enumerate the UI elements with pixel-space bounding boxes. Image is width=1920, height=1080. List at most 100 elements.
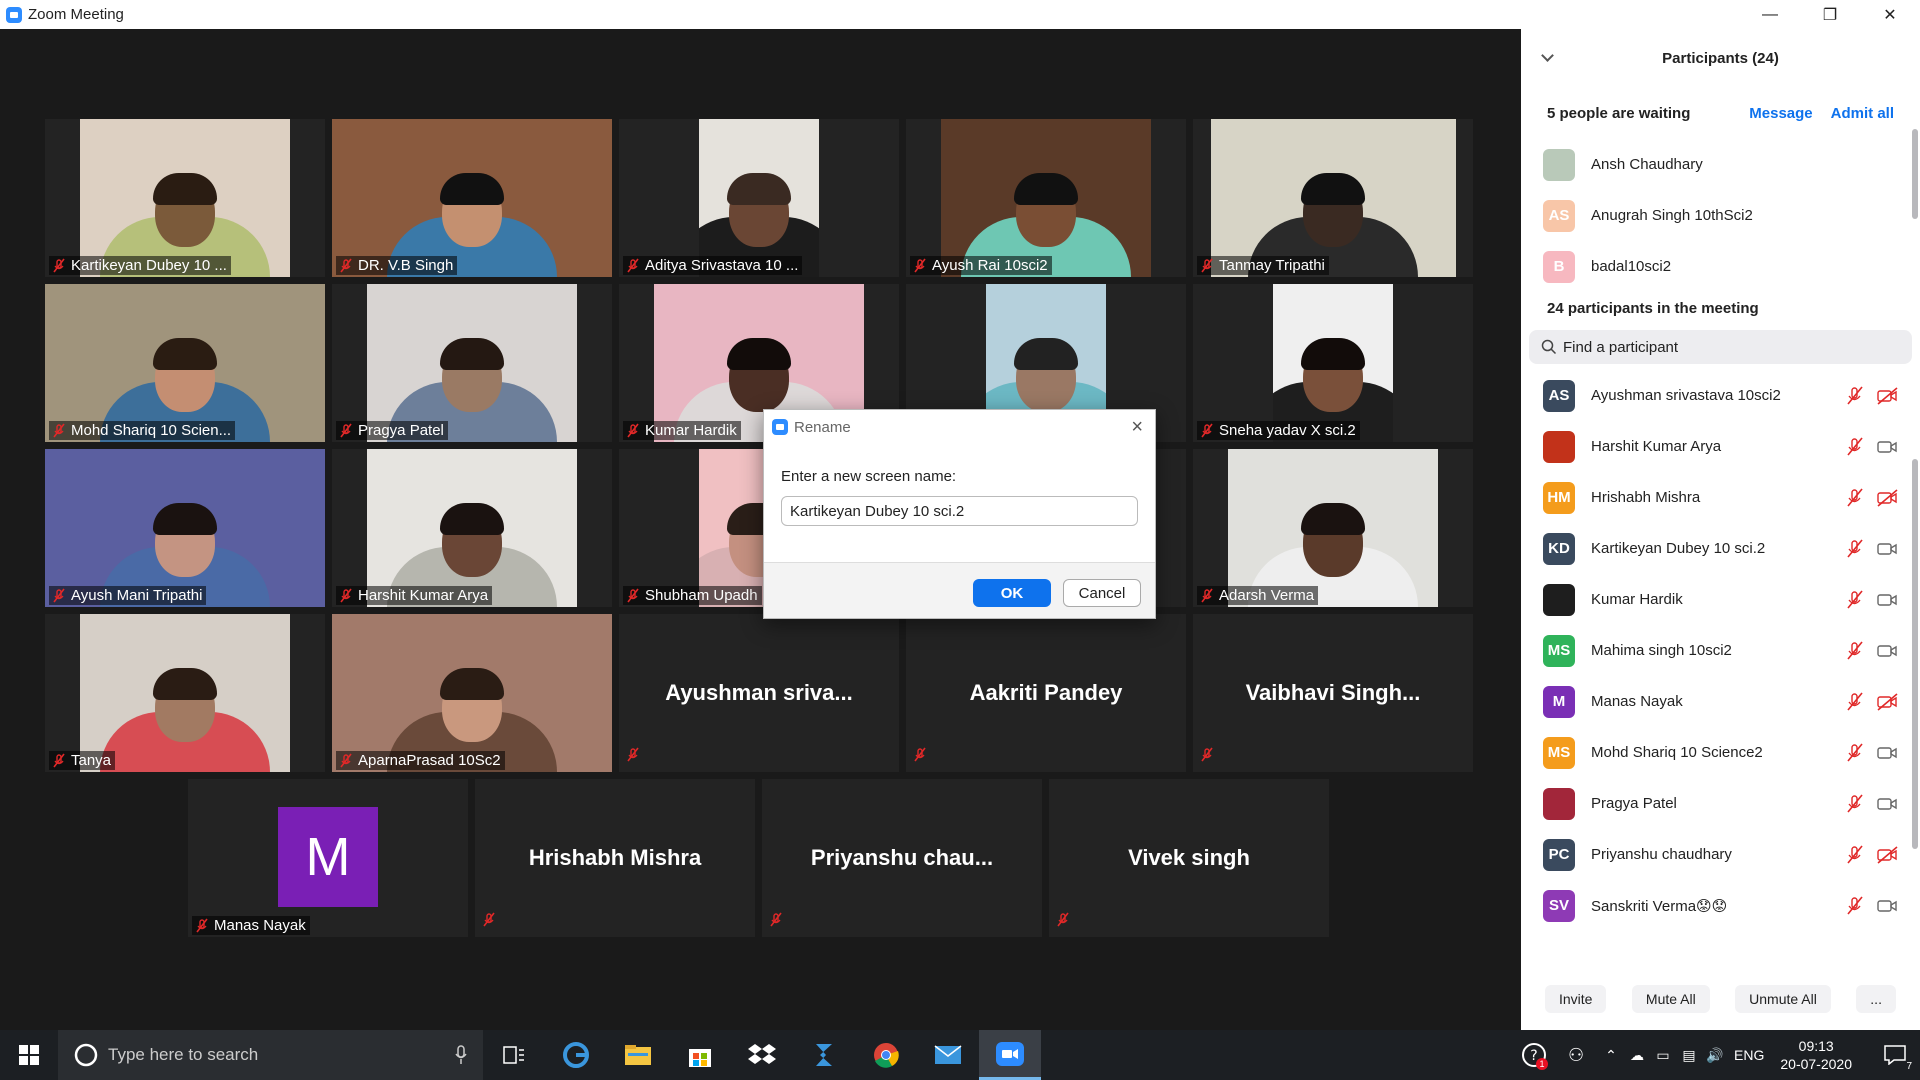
participant-row[interactable]: MS Mahima singh 10sci2: [1521, 625, 1920, 676]
video-tile[interactable]: Mohd Shariq 10 Scien...: [45, 284, 325, 442]
video-tile[interactable]: Ayush Mani Tripathi: [45, 449, 325, 607]
video-tile[interactable]: Adarsh Verma: [1193, 449, 1473, 607]
invite-button[interactable]: Invite: [1545, 985, 1607, 1013]
participant-row[interactable]: Kumar Hardik: [1521, 574, 1920, 625]
muted-mic-icon[interactable]: [1844, 487, 1866, 508]
muted-mic-icon[interactable]: [1844, 385, 1866, 406]
video-tile[interactable]: Kartikeyan Dubey 10 ...: [45, 119, 325, 277]
video-tile[interactable]: Pragya Patel: [332, 284, 612, 442]
video-off-icon[interactable]: [1876, 692, 1898, 712]
ok-button[interactable]: OK: [973, 579, 1051, 607]
unmute-all-button[interactable]: Unmute All: [1735, 985, 1831, 1013]
zoom-taskbar-icon[interactable]: [979, 1030, 1041, 1080]
notifications-icon[interactable]: 7: [1870, 1030, 1920, 1080]
muted-mic-icon[interactable]: [1844, 538, 1866, 559]
video-camera-icon[interactable]: [1876, 743, 1898, 763]
participant-row[interactable]: MS Mohd Shariq 10 Science2: [1521, 727, 1920, 778]
file-explorer-icon[interactable]: [607, 1030, 669, 1080]
participant-scrollbar[interactable]: [1912, 459, 1918, 849]
video-camera-icon[interactable]: [1876, 896, 1898, 916]
clock[interactable]: 09:13 20-07-2020: [1780, 1037, 1852, 1073]
waiting-participant-row[interactable]: Ansh Chaudhary: [1521, 139, 1920, 190]
video-tile[interactable]: Tanmay Tripathi: [1193, 119, 1473, 277]
close-button[interactable]: ✕: [1860, 0, 1920, 29]
muted-mic-icon[interactable]: [1844, 691, 1866, 712]
avatar-initials: HM: [1547, 489, 1571, 506]
taskbar-search[interactable]: Type here to search: [58, 1030, 483, 1080]
muted-mic-icon[interactable]: [1844, 844, 1866, 865]
video-off-tile[interactable]: Vaibhavi Singh...: [1193, 614, 1473, 772]
participant-name-label: Shubham Upadh: [623, 586, 762, 605]
waiting-participant-row[interactable]: AS Anugrah Singh 10thSci2: [1521, 190, 1920, 241]
participant-row[interactable]: M Manas Nayak: [1521, 676, 1920, 727]
video-tile[interactable]: DR. V.B Singh: [332, 119, 612, 277]
video-off-tile[interactable]: M Manas Nayak: [188, 779, 468, 937]
microsoft-store-icon[interactable]: [669, 1030, 731, 1080]
edge-browser-icon[interactable]: [545, 1030, 607, 1080]
cancel-button[interactable]: Cancel: [1063, 579, 1141, 607]
people-icon[interactable]: ⚇: [1554, 1045, 1598, 1066]
video-tile[interactable]: Ayush Rai 10sci2: [906, 119, 1186, 277]
muted-mic-icon[interactable]: [1844, 640, 1866, 661]
muted-mic-icon[interactable]: [1844, 742, 1866, 763]
muted-mic-icon[interactable]: [1844, 895, 1866, 916]
search-placeholder: Find a participant: [1563, 338, 1679, 356]
video-off-icon[interactable]: [1876, 845, 1898, 865]
video-tile[interactable]: Tanya: [45, 614, 325, 772]
message-button[interactable]: Message: [1749, 105, 1812, 122]
dropbox-icon[interactable]: [731, 1030, 793, 1080]
battery-icon[interactable]: ▭: [1650, 1047, 1676, 1064]
volume-icon[interactable]: 🔊: [1702, 1047, 1728, 1064]
video-off-icon[interactable]: [1876, 386, 1898, 406]
mute-indicator: [912, 747, 932, 768]
video-camera-icon[interactable]: [1876, 641, 1898, 661]
video-camera-icon[interactable]: [1876, 590, 1898, 610]
participant-row[interactable]: Harshit Kumar Arya: [1521, 421, 1920, 472]
video-camera-icon[interactable]: [1876, 794, 1898, 814]
help-icon[interactable]: ? 1: [1514, 1030, 1554, 1080]
video-off-tile[interactable]: Ayushman sriva...: [619, 614, 899, 772]
video-off-tile[interactable]: Priyanshu chau...: [762, 779, 1042, 937]
video-off-tile[interactable]: Aakriti Pandey: [906, 614, 1186, 772]
start-button[interactable]: [0, 1030, 58, 1080]
chrome-icon[interactable]: [855, 1030, 917, 1080]
show-hidden-icons-icon[interactable]: ⌃: [1598, 1047, 1624, 1064]
screen-name-input[interactable]: [781, 496, 1138, 526]
mail-icon[interactable]: [917, 1030, 979, 1080]
participant-row[interactable]: KD Kartikeyan Dubey 10 sci.2: [1521, 523, 1920, 574]
language-indicator[interactable]: ENG: [1734, 1047, 1764, 1063]
microphone-icon[interactable]: [455, 1045, 467, 1065]
video-off-tile[interactable]: Hrishabh Mishra: [475, 779, 755, 937]
admit-all-button[interactable]: Admit all: [1831, 105, 1894, 122]
find-participant-input[interactable]: Find a participant: [1529, 330, 1912, 364]
mute-all-button[interactable]: Mute All: [1631, 985, 1710, 1013]
dialog-close-icon[interactable]: ×: [1131, 416, 1143, 439]
muted-mic-icon[interactable]: [1844, 589, 1866, 610]
waiting-participant-row[interactable]: Bbadal10sci2: [1521, 241, 1920, 292]
muted-mic-icon[interactable]: [1844, 793, 1866, 814]
video-off-icon[interactable]: [1876, 488, 1898, 508]
minimize-button[interactable]: —: [1740, 0, 1800, 29]
video-camera-icon[interactable]: [1876, 437, 1898, 457]
video-camera-icon[interactable]: [1876, 539, 1898, 559]
task-view-icon[interactable]: [483, 1030, 545, 1080]
participant-row[interactable]: PC Priyanshu chaudhary: [1521, 829, 1920, 880]
waiting-scrollbar[interactable]: [1912, 129, 1918, 219]
onedrive-icon[interactable]: ☁: [1624, 1047, 1650, 1064]
visual-studio-icon[interactable]: [793, 1030, 855, 1080]
network-icon[interactable]: ▤: [1676, 1047, 1702, 1064]
video-tile[interactable]: Sneha yadav X sci.2: [1193, 284, 1473, 442]
muted-mic-icon[interactable]: [1844, 436, 1866, 457]
mute-indicator: [1055, 912, 1075, 933]
video-tile[interactable]: AparnaPrasad 10Sc2: [332, 614, 612, 772]
participant-row[interactable]: AS Ayushman srivastava 10sci2: [1521, 370, 1920, 421]
participant-row[interactable]: Pragya Patel: [1521, 778, 1920, 829]
more-button[interactable]: ...: [1856, 985, 1896, 1013]
video-tile[interactable]: Aditya Srivastava 10 ...: [619, 119, 899, 277]
participant-row[interactable]: SV Sanskriti Verma😟😟: [1521, 880, 1920, 925]
video-tile[interactable]: Harshit Kumar Arya: [332, 449, 612, 607]
collapse-chevron-icon[interactable]: [1541, 49, 1554, 62]
participant-row[interactable]: HM Hrishabh Mishra: [1521, 472, 1920, 523]
restore-button[interactable]: ❐: [1800, 0, 1860, 29]
video-off-tile[interactable]: Vivek singh: [1049, 779, 1329, 937]
